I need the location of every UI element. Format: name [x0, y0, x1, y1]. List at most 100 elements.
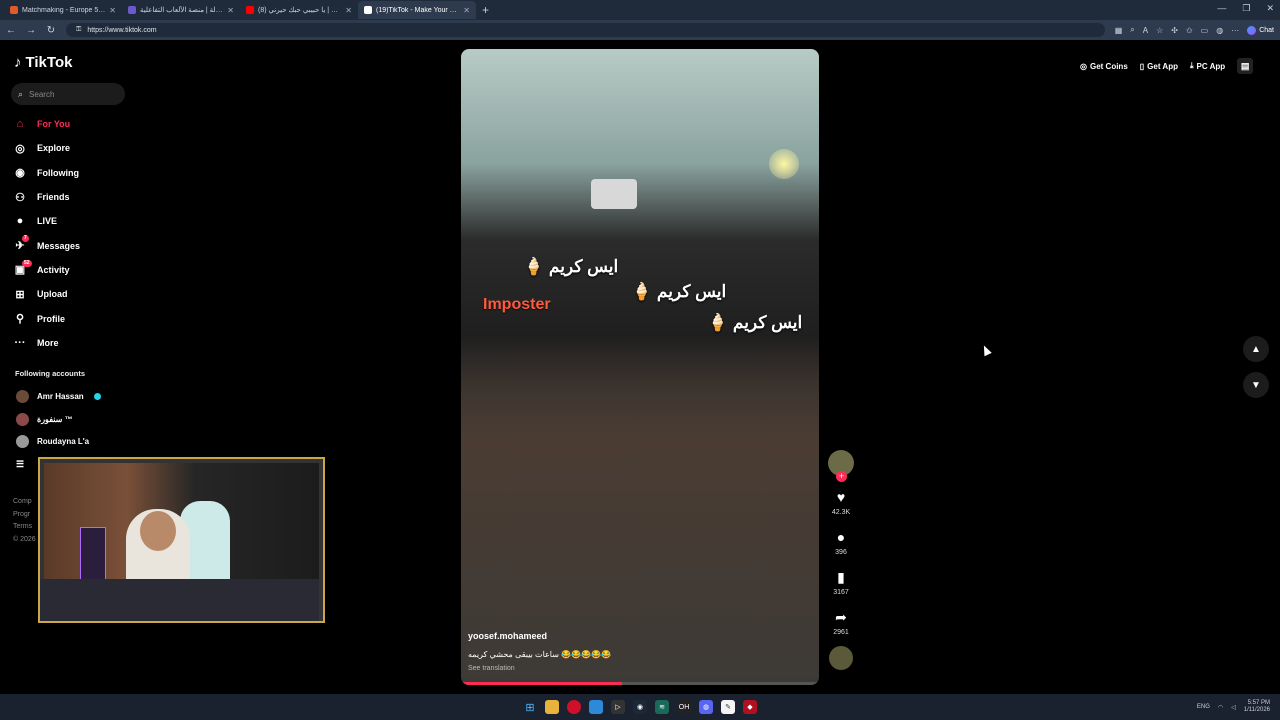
sidebar-item-live[interactable]: ● LIVE — [12, 209, 132, 233]
following-account[interactable]: سنفورة ™ — [16, 413, 73, 426]
browser-tab[interactable]: (8) ملحم بركات | يا حبيبي حبك حيرني✕ — [240, 1, 358, 19]
volume-icon[interactable]: ◁ — [1231, 704, 1236, 711]
start-icon[interactable]: ⊞ — [523, 700, 537, 714]
sidebar-item-upload[interactable]: ⊞ Upload — [12, 282, 132, 306]
app-icon[interactable] — [567, 700, 581, 714]
settings-more-icon[interactable]: ··· — [1231, 26, 1239, 35]
get-app-button[interactable]: ▯ Get App — [1140, 62, 1178, 71]
sidebar-item-messages[interactable]: ✈ 7 Messages — [12, 233, 132, 257]
video-progress-bar[interactable] — [461, 682, 819, 685]
favorites-bar-icon[interactable]: ✩ — [1186, 26, 1193, 35]
tiktok-logo[interactable]: ♪ TikTok — [14, 54, 72, 71]
app-icon[interactable]: ◆ — [743, 700, 757, 714]
app-icon[interactable]: ✎ — [721, 700, 735, 714]
see-translation-link[interactable]: See translation — [468, 665, 515, 672]
pc-app-button[interactable]: ⤓ PC App — [1190, 61, 1225, 71]
site-info-icon[interactable]: ⚿ — [76, 26, 81, 34]
discord-icon[interactable]: ◍ — [699, 700, 713, 714]
webcam-desk — [40, 579, 319, 621]
collections-icon[interactable]: ▭ — [1201, 26, 1209, 35]
back-icon[interactable]: ← — [6, 25, 16, 36]
video-author[interactable]: yoosef.mohameed — [468, 631, 547, 641]
sidebar-item-following[interactable]: ◉ Following — [12, 161, 132, 185]
save-button[interactable]: ▮ 3167 — [826, 568, 856, 596]
sidebar-item-friends[interactable]: ⚇ Friends — [12, 185, 132, 209]
sidebar-item-label: Activity — [37, 264, 70, 275]
close-tab-icon[interactable]: ✕ — [227, 6, 234, 15]
video-overlay-text: Imposter — [483, 296, 551, 313]
comment-button[interactable]: ● 396 — [826, 528, 856, 556]
file-explorer-icon[interactable] — [545, 700, 559, 714]
footer-link[interactable]: Terms — [13, 521, 36, 534]
sidebar-item-profile[interactable]: ⚲ Profile — [12, 306, 132, 330]
url-input[interactable]: ⚿ https://www.tiktok.com — [66, 23, 1105, 37]
sidebar-item-activity[interactable]: ▣ 52 Activity — [12, 258, 132, 282]
following-account[interactable]: Amr Hassan — [16, 390, 101, 403]
close-tab-icon[interactable]: ✕ — [463, 6, 470, 15]
coin-icon: ◎ — [1080, 61, 1087, 71]
apps-icon[interactable]: ▦ — [1115, 26, 1123, 35]
footer-link[interactable]: Progr — [13, 509, 36, 522]
new-tab-icon[interactable]: + — [476, 3, 495, 17]
get-coins-button[interactable]: ◎ Get Coins — [1080, 62, 1128, 71]
extensions-icon[interactable]: ✣ — [1171, 26, 1178, 35]
video-description: ساعات بيبقى محشي كريمه 😂😂😂😂😂 — [468, 650, 611, 659]
close-tab-icon[interactable]: ✕ — [109, 6, 116, 15]
clock[interactable]: 5:57 PM 1/11/2026 — [1244, 700, 1270, 714]
see-more-accounts[interactable]: ☰ — [16, 459, 24, 470]
follow-plus-icon[interactable]: + — [836, 471, 847, 482]
tab-favicon-icon — [364, 6, 372, 14]
video-player[interactable]: ايس كريم 🍦 ايس كريم 🍦 ايس كريم 🍦 Imposte… — [461, 49, 819, 685]
creator-avatar[interactable]: + — [828, 450, 854, 482]
forward-icon[interactable]: → — [26, 25, 36, 36]
friends-icon: ⚇ — [15, 191, 25, 204]
browser-tab[interactable]: جولة | منصة الألعاب التفاعلية - Jawlah✕ — [122, 1, 240, 19]
browser-tab-bar: Matchmaking - Europe 5v5 Queue✕ جولة | م… — [0, 0, 1280, 20]
sidebar-item-more[interactable]: ··· More — [12, 331, 132, 355]
app-icon[interactable]: ▷ — [611, 700, 625, 714]
like-button[interactable]: ♥ 42.3K — [826, 488, 856, 516]
following-account[interactable]: Roudayna L'a — [16, 435, 89, 448]
minimize-icon[interactable]: — — [1217, 3, 1226, 14]
browser-tab[interactable]: Matchmaking - Europe 5v5 Queue✕ — [4, 1, 122, 19]
profile-avatar[interactable]: ◍ — [1216, 26, 1223, 35]
music-disc[interactable] — [829, 646, 853, 670]
sidebar-item-explore[interactable]: ◎ Explore — [12, 136, 132, 160]
bookmark-icon: ▮ — [837, 569, 845, 585]
video-actions: + ♥ 42.3K ● 396 ▮ 3167 ➦ 2961 — [826, 450, 856, 670]
restore-icon[interactable]: ❐ — [1242, 3, 1250, 14]
read-aloud-icon[interactable]: A — [1143, 26, 1148, 35]
zoom-icon[interactable]: ⌕ — [1130, 25, 1134, 35]
steam-icon[interactable]: ◉ — [633, 700, 647, 714]
video-caption: ايس كريم 🍦 — [631, 282, 727, 301]
footer-link[interactable]: Comp — [13, 496, 36, 509]
wifi-icon[interactable]: ◠ — [1218, 704, 1223, 711]
favorite-icon[interactable]: ☆ — [1156, 26, 1163, 35]
app-icon[interactable]: ≋ — [655, 700, 669, 714]
edge-icon[interactable] — [589, 700, 603, 714]
share-button[interactable]: ➦ 2961 — [826, 608, 856, 636]
webcam-overlay — [38, 457, 325, 623]
verified-badge-icon — [93, 393, 101, 400]
avatar — [16, 390, 29, 403]
video-caption: ايس كريم 🍦 — [523, 257, 619, 276]
next-video-button[interactable]: ▼ — [1243, 372, 1269, 398]
browser-tab-active[interactable]: (19)TikTok - Make Your Day ✕ — [358, 1, 476, 19]
copilot-chat-button[interactable]: Chat — [1247, 25, 1274, 35]
sidebar-item-label: Explore — [37, 143, 71, 154]
previous-video-button[interactable]: ▲ — [1243, 336, 1269, 362]
reload-icon[interactable]: ↻ — [46, 25, 56, 36]
app-icon[interactable]: OH — [677, 700, 691, 714]
language-indicator[interactable]: ENG — [1197, 704, 1210, 710]
sidebar-item-label: For You — [37, 119, 71, 130]
video-sunlight — [769, 149, 799, 179]
following-icon: ◉ — [15, 167, 25, 180]
list-icon: ☰ — [16, 459, 25, 469]
webcam-person-head — [140, 511, 176, 551]
inbox-icon[interactable]: ▤ — [1237, 58, 1254, 74]
close-tab-icon[interactable]: ✕ — [345, 6, 352, 15]
sidebar-item-for-you[interactable]: ⌂ For You — [12, 112, 132, 136]
close-window-icon[interactable]: ✕ — [1266, 3, 1274, 14]
search-input[interactable]: ⌕ Search — [11, 83, 125, 105]
search-icon: ⌕ — [18, 88, 24, 99]
